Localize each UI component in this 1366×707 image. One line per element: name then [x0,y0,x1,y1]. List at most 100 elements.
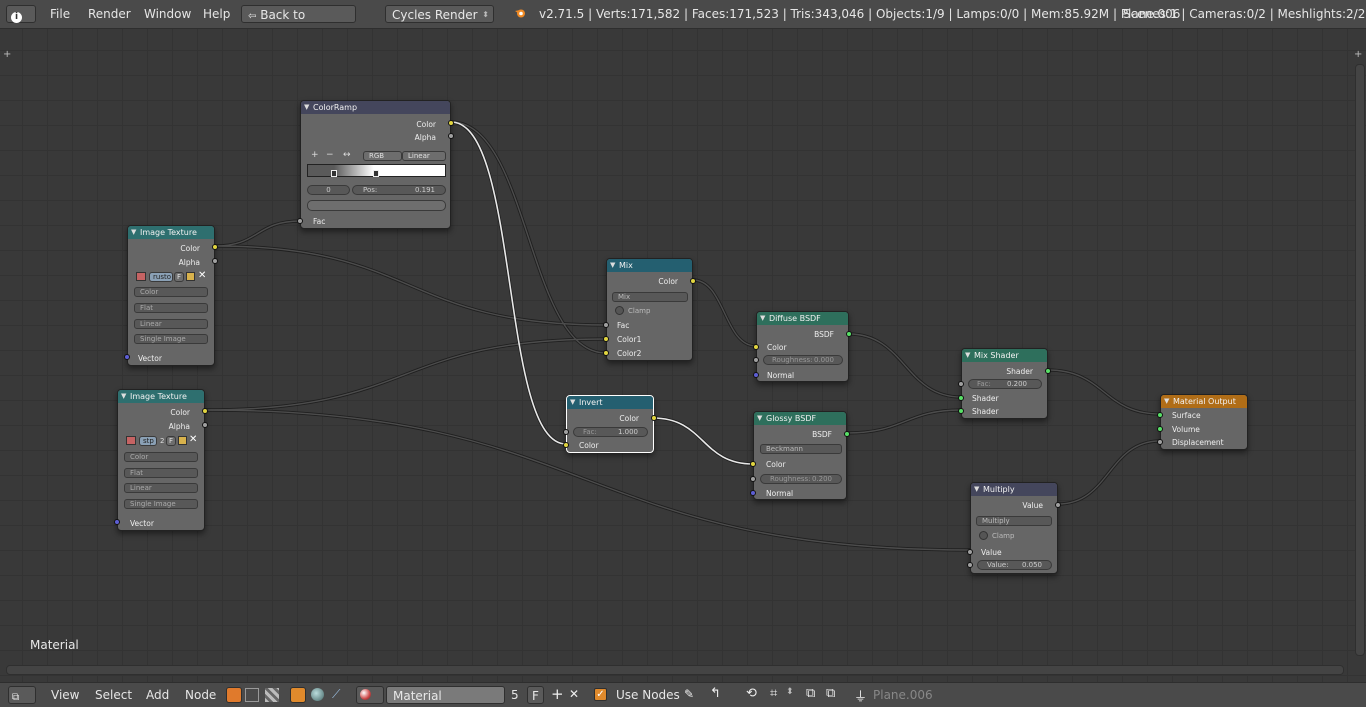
imgtex1-projection-select[interactable]: Flat [134,303,208,313]
line-style-icon[interactable]: ⟋ [332,687,340,702]
diffuse-roughness-field[interactable]: Roughness: 0.000 [763,355,843,365]
folder-open-icon[interactable] [186,272,195,281]
mix-blend-select[interactable]: Mix [612,292,688,302]
diffuse-out-bsdf-socket[interactable] [846,331,852,337]
multiply-clamp-checkbox[interactable] [979,531,988,540]
mix-rgb-node[interactable]: Mix Color Mix Clamp Fac Color1 Color2 [603,258,696,361]
back-to-previous-button[interactable]: ⇦ Back to Previous [241,5,356,42]
output-in-surface-socket[interactable] [1157,412,1163,418]
mix-in-fac-socket[interactable] [603,322,609,328]
vertical-scrollbar[interactable] [1355,64,1365,656]
colorramp-node[interactable]: ColorRamp Color Alpha + − ↔ RGB Linear 0… [297,100,454,229]
imgtex2-out-alpha-socket[interactable] [202,422,208,428]
colorramp-in-fac-socket[interactable] [297,218,303,224]
imgtex2-image-name-field[interactable]: stp [139,436,157,446]
colorramp-interp-select[interactable]: Linear [402,151,446,161]
add-material-icon[interactable]: + [551,685,564,703]
mix-shader-header[interactable]: Mix Shader [962,349,1047,362]
imgtex2-in-vector-socket[interactable] [114,519,120,525]
glossy-in-normal-socket[interactable] [750,490,756,496]
material-browse-button[interactable] [356,686,384,704]
colorramp-mode-select[interactable]: RGB [363,151,402,161]
editor-type-select[interactable]: ⧉ [8,686,36,704]
imgtex2-projection-select[interactable]: Flat [124,468,198,478]
diffuse-in-roughness-socket[interactable] [753,357,759,363]
multiply-in-value2-socket[interactable] [967,562,973,568]
imgtex2-source-select[interactable]: Single Image [124,499,198,509]
multiply-value-field[interactable]: Value: 0.050 [977,560,1052,570]
imgtex1-interp-select[interactable]: Linear [134,319,208,329]
diffuse-bsdf-node[interactable]: Diffuse BSDF BSDF Color Roughness: 0.000… [753,311,852,382]
shader-tree-icon[interactable] [226,687,242,703]
folder-open-icon-2[interactable] [178,436,187,445]
colorramp-stop-handle-0[interactable] [331,170,337,177]
output-in-volume-socket[interactable] [1157,426,1163,432]
glossy-in-roughness-socket[interactable] [750,476,756,482]
mixshader-in-shader2-socket[interactable] [958,408,964,414]
multiply-operation-select[interactable]: Multiply [976,516,1052,526]
menu-help[interactable]: Help [203,7,230,21]
mix-shader-node[interactable]: Mix Shader Shader Fac: 0.200 Shader Shad… [958,348,1051,419]
glossy-header[interactable]: Glossy BSDF [754,412,846,425]
menu-window[interactable]: Window [144,7,191,21]
image-browse-icon[interactable] [136,272,146,281]
mix-clamp-checkbox[interactable] [615,306,624,315]
mixshader-out-shader-socket[interactable] [1045,368,1051,374]
render-engine-select[interactable]: Cycles Render ⬍ [385,5,494,23]
diffuse-header[interactable]: Diffuse BSDF [757,312,848,325]
imgtex2-fake-user-button[interactable]: F [166,436,176,446]
pin-icon[interactable]: ✎ [684,687,694,701]
math-multiply-node[interactable]: Multiply Value Multiply Clamp Value Valu… [967,482,1061,574]
imgtex1-fake-user-button[interactable]: F [174,272,184,282]
diffuse-in-normal-socket[interactable] [753,372,759,378]
compositing-tree-icon[interactable] [265,688,279,702]
menu-view[interactable]: View [51,688,79,702]
image-texture-2-header[interactable]: Image Texture [118,390,204,403]
menu-node[interactable]: Node [185,688,216,702]
colorramp-flip-button[interactable]: ↔ [343,150,351,160]
add-region-plus-icon[interactable]: + [3,49,11,60]
colorramp-remove-button[interactable]: − [326,150,334,160]
image-browse-icon-2[interactable] [126,436,136,445]
glossy-in-color-socket[interactable] [750,461,756,467]
use-nodes-checkbox[interactable]: ✓ [594,688,607,701]
multiply-header[interactable]: Multiply [971,483,1057,496]
image-texture-node-2[interactable]: Image Texture Color Alpha stp 2 F ✕ Colo… [114,389,208,531]
mix-header[interactable]: Mix [607,259,692,272]
material-output-node[interactable]: Material Output Surface Volume Displacem… [1157,394,1248,450]
mixshader-in-shader1-socket[interactable] [958,395,964,401]
parent-node-tree-icon[interactable]: ↰ [710,686,721,701]
colorramp-out-color-socket[interactable] [448,120,454,126]
backdrop-icon[interactable]: ⟲ [746,686,757,701]
imgtex2-color-mode-select[interactable]: Color [124,452,198,462]
multiply-in-value-socket[interactable] [967,549,973,555]
fake-user-button[interactable]: F [527,686,544,704]
diffuse-in-color-socket[interactable] [753,344,759,350]
menu-select[interactable]: Select [95,688,132,702]
image-texture-node-1[interactable]: Image Texture Color Alpha rusto F ✕ Colo… [124,225,218,366]
invert-fac-field[interactable]: Fac: 1.000 [573,427,648,437]
horizontal-scrollbar[interactable] [6,665,1344,675]
colorramp-color-swatch[interactable] [307,200,446,211]
imgtex1-in-vector-socket[interactable] [124,354,130,360]
copy-nodes-icon[interactable]: ⧉ [806,686,815,701]
menu-render[interactable]: Render [88,7,131,21]
glossy-distribution-select[interactable]: Beckmann [760,444,842,454]
colorramp-out-alpha-socket[interactable] [448,133,454,139]
imgtex2-out-color-socket[interactable] [202,408,208,414]
imgtex1-image-name-field[interactable]: rusto [149,272,173,282]
snap-icon[interactable]: ⌗ [770,686,777,701]
close-icon-2[interactable]: ✕ [189,434,197,445]
object-shader-icon[interactable] [290,687,306,703]
colorramp-pos-field[interactable]: Pos: 0.191 [352,185,446,195]
colorramp-index-field[interactable]: 0 [307,185,350,195]
image-texture-1-header[interactable]: Image Texture [128,226,214,239]
invert-in-fac-socket[interactable] [563,429,569,435]
add-region-plus-icon-right[interactable]: + [1354,49,1362,60]
menu-add[interactable]: Add [146,688,169,702]
multiply-out-value-socket[interactable] [1055,502,1061,508]
mix-in-color2-socket[interactable] [603,350,609,356]
glossy-out-bsdf-socket[interactable] [844,431,850,437]
invert-header[interactable]: Invert [567,396,653,409]
invert-out-color-socket[interactable] [651,415,657,421]
